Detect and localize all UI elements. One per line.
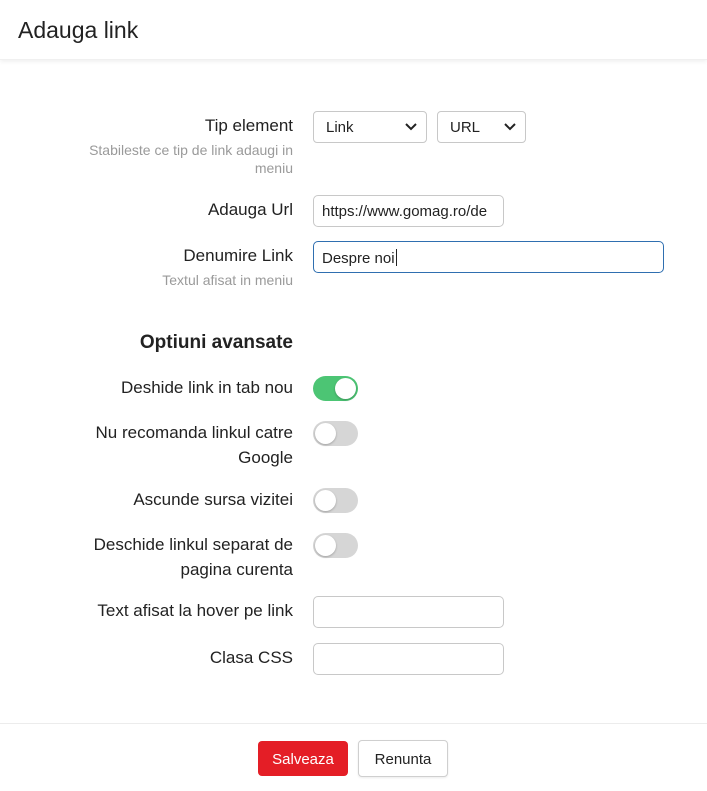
toggle-knob [315, 535, 336, 556]
css-class-input[interactable] [313, 643, 504, 675]
url-label: Adauga Url [207, 200, 293, 219]
toggle-knob [315, 423, 336, 444]
new-tab-toggle[interactable] [313, 376, 358, 401]
chevron-down-icon [405, 123, 417, 131]
css-class-label: Clasa CSS [209, 648, 293, 667]
link-name-input-value: Despre noi [322, 250, 395, 267]
nofollow-label-line2: Google [238, 448, 293, 467]
tip-element-hint: Stabileste ce tip de link adaugi in meni… [89, 142, 293, 176]
text-caret [395, 249, 397, 266]
dialog-footer [0, 723, 707, 791]
link-name-hint: Textul afisat in meniu [162, 272, 293, 288]
nofollow-label-line1: Nu recomanda linkul catre [95, 423, 293, 442]
separate-page-toggle[interactable] [313, 533, 358, 558]
toggle-knob [315, 490, 336, 511]
hide-referrer-label: Ascunde sursa vizitei [133, 490, 293, 509]
url-input[interactable]: https://www.gomag.ro/de [313, 195, 504, 227]
link-name-input[interactable]: Despre noi [313, 241, 664, 273]
hide-referrer-toggle[interactable] [313, 488, 358, 513]
separate-page-label-line2: pagina curenta [180, 560, 293, 579]
element-type-value: Link [326, 119, 354, 136]
hover-text-input[interactable] [313, 596, 504, 628]
link-source-value: URL [450, 119, 481, 136]
separate-page-label-line1: Deschide linkul separat de [93, 535, 293, 554]
link-source-select[interactable]: URL [437, 111, 526, 143]
save-button[interactable]: Salveaza [258, 741, 348, 776]
element-type-select[interactable]: Link [313, 111, 427, 143]
toggle-knob [335, 378, 356, 399]
new-tab-label: Deshide link in tab nou [120, 378, 293, 397]
chevron-down-icon [504, 123, 516, 131]
url-input-value: https://www.gomag.ro/de [322, 203, 488, 220]
link-name-label: Denumire Link [183, 246, 293, 265]
hover-text-label: Text afisat la hover pe link [97, 601, 293, 620]
tip-element-label: Tip element [204, 116, 293, 135]
advanced-options-title: Optiuni avansate [139, 332, 293, 353]
link-name-input-text: Despre noi [322, 249, 397, 267]
cancel-button[interactable]: Renunta [358, 740, 448, 777]
dialog-header: Adauga link [0, 0, 707, 60]
dialog-title: Adauga link [18, 17, 139, 43]
nofollow-toggle[interactable] [313, 421, 358, 446]
